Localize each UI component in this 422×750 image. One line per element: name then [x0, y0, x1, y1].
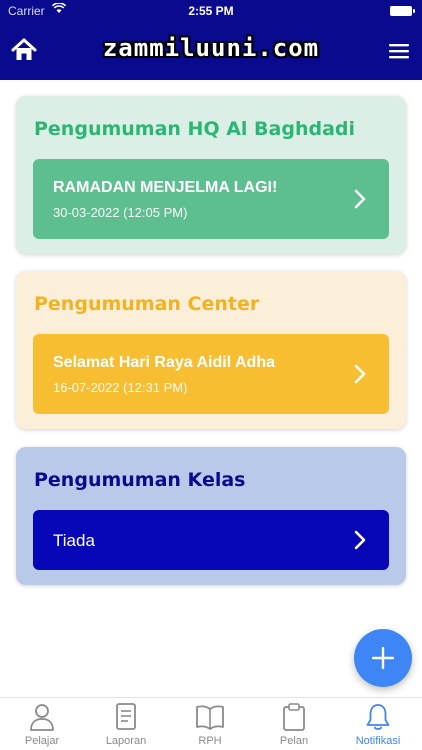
tab-label: Pelajar: [24, 735, 60, 747]
announcement-item[interactable]: Selamat Hari Raya Aidil Adha 16-07-2022 …: [33, 334, 389, 414]
brand-logo: zammiluuni.com: [102, 34, 320, 62]
announcement-item[interactable]: RAMADAN MENJELMA LAGI! 30-03-2022 (12:05…: [33, 159, 389, 239]
tab-laporan[interactable]: Laporan: [84, 698, 168, 750]
add-button[interactable]: [354, 629, 412, 687]
app-header: zammiluuni.com: [0, 22, 422, 80]
tab-label: Pelan: [279, 735, 309, 747]
announcement-item[interactable]: Tiada: [33, 510, 389, 570]
section-title: Pengumuman HQ Al Baghdadi: [34, 118, 356, 140]
menu-button[interactable]: [388, 40, 410, 62]
clipboard-icon: [283, 703, 305, 731]
tab-label: RPH: [198, 735, 222, 747]
document-icon: [116, 703, 136, 730]
tab-pelan[interactable]: Pelan: [252, 698, 336, 750]
tab-notifikasi[interactable]: Notifikasi: [336, 698, 420, 750]
plus-icon: [372, 647, 394, 669]
announcement-title: Tiada: [53, 531, 95, 550]
chevron-right-icon: [354, 530, 366, 550]
hamburger-menu-icon: [389, 44, 409, 59]
person-icon: [30, 704, 54, 731]
announcement-title: Selamat Hari Raya Aidil Adha: [53, 354, 275, 371]
tab-rph[interactable]: RPH: [168, 698, 252, 750]
bell-icon: [366, 704, 390, 730]
section-title: Pengumuman Kelas: [34, 469, 246, 491]
announcement-date: 16-07-2022 (12:31 PM): [53, 380, 188, 395]
bottom-tab-bar: Pelajar Laporan RPH Pelan Notifikasi: [0, 697, 422, 750]
book-icon: [196, 705, 224, 730]
tab-label: Laporan: [105, 735, 147, 747]
status-time: 2:55 PM: [188, 4, 234, 18]
tab-pelajar[interactable]: Pelajar: [0, 698, 84, 750]
battery-icon: [390, 6, 415, 16]
status-bar: Carrier 2:55 PM: [0, 0, 422, 22]
section-center-announcement: Pengumuman Center Selamat Hari Raya Aidi…: [16, 271, 406, 429]
section-hq-announcement: Pengumuman HQ Al Baghdadi RAMADAN MENJEL…: [16, 96, 406, 254]
chevron-right-icon: [354, 364, 366, 384]
announcement-date: 30-03-2022 (12:05 PM): [53, 205, 188, 220]
announcement-title: RAMADAN MENJELMA LAGI!: [53, 179, 278, 196]
section-title: Pengumuman Center: [34, 293, 260, 315]
chevron-right-icon: [354, 189, 366, 209]
tab-label: Notifikasi: [355, 735, 401, 747]
section-class-announcement: Pengumuman Kelas Tiada: [16, 447, 406, 585]
